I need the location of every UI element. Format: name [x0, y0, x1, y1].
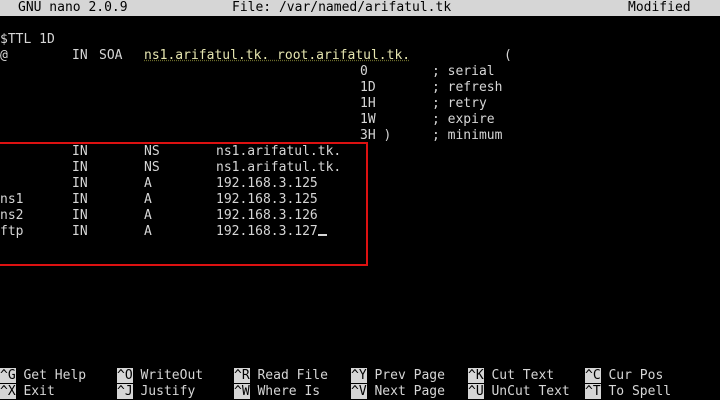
soa-expire-value: 1W: [360, 112, 376, 127]
shortcut-uncut-text[interactable]: ^U UnCut Text: [468, 384, 570, 400]
shortcut-label: Next Page: [374, 384, 445, 399]
shortcut-label: To Spell: [608, 384, 672, 399]
shortcut-where-is[interactable]: ^W Where Is: [234, 384, 320, 400]
shortcut-label: Cur Pos: [608, 368, 664, 383]
shortcut-label: Prev Page: [374, 368, 445, 383]
shortcut-key: ^V: [351, 384, 367, 399]
shortcut-next-page[interactable]: ^V Next Page: [351, 384, 445, 400]
nano-titlebar: GNU nano 2.0.9 File: /var/named/arifatul…: [0, 0, 720, 16]
shortcut-key: ^X: [0, 384, 16, 399]
ttl-line: $TTL 1D: [0, 32, 55, 47]
highlight-box: [0, 142, 368, 266]
shortcut-key: ^C: [585, 368, 601, 383]
soa-mname-rname: ns1.arifatul.tk. root.arifatul.tk.: [144, 48, 411, 63]
shortcut-key: ^G: [0, 368, 16, 383]
shortcut-key: ^Y: [351, 368, 367, 383]
shortcut-cut-text[interactable]: ^K Cut Text: [468, 368, 554, 384]
shortcut-key: ^O: [117, 368, 133, 383]
soa-owner: @: [0, 48, 8, 63]
shortcut-label: Justify: [140, 384, 196, 399]
soa-retry-value: 1H: [360, 96, 376, 111]
soa-serial-comment: ; serial: [432, 64, 495, 79]
shortcut-exit[interactable]: ^X Exit: [0, 384, 55, 400]
shortcut-read-file[interactable]: ^R Read File: [234, 368, 328, 384]
shortcut-key: ^U: [468, 384, 484, 399]
shortcut-label: Read File: [257, 368, 328, 383]
soa-class: IN: [72, 48, 88, 63]
shortcut-label: Exit: [23, 384, 55, 399]
shortcut-prev-page[interactable]: ^Y Prev Page: [351, 368, 445, 384]
shortcut-key: ^T: [585, 384, 601, 399]
soa-minimum-comment: ; minimum: [432, 128, 503, 143]
modified-status: Modified: [628, 0, 691, 15]
shortcut-label: Get Help: [23, 368, 87, 383]
shortcut-get-help[interactable]: ^G Get Help: [0, 368, 86, 384]
shortcut-key: ^R: [234, 368, 250, 383]
file-path: File: /var/named/arifatul.tk: [232, 0, 452, 15]
soa-retry-comment: ; retry: [432, 96, 487, 111]
shortcut-key: ^K: [468, 368, 484, 383]
soa-expire-comment: ; expire: [432, 112, 495, 127]
soa-refresh-value: 1D: [360, 80, 376, 95]
soa-refresh-comment: ; refresh: [432, 80, 503, 95]
shortcut-label: WriteOut: [140, 368, 204, 383]
shortcut-key: ^J: [117, 384, 133, 399]
shortcut-cur-pos[interactable]: ^C Cur Pos: [585, 368, 663, 384]
app-name: GNU nano 2.0.9: [18, 0, 128, 15]
shortcut-writeout[interactable]: ^O WriteOut: [117, 368, 203, 384]
shortcut-label: Cut Text: [491, 368, 555, 383]
soa-serial-value: 0: [360, 64, 368, 79]
soa-type: SOA: [99, 48, 123, 63]
shortcut-to-spell[interactable]: ^T To Spell: [585, 384, 671, 400]
soa-open-paren: (: [504, 48, 512, 63]
shortcut-label: UnCut Text: [491, 384, 570, 399]
shortcut-key: ^W: [234, 384, 250, 399]
shortcut-justify[interactable]: ^J Justify: [117, 384, 195, 400]
shortcut-label: Where Is: [257, 384, 321, 399]
